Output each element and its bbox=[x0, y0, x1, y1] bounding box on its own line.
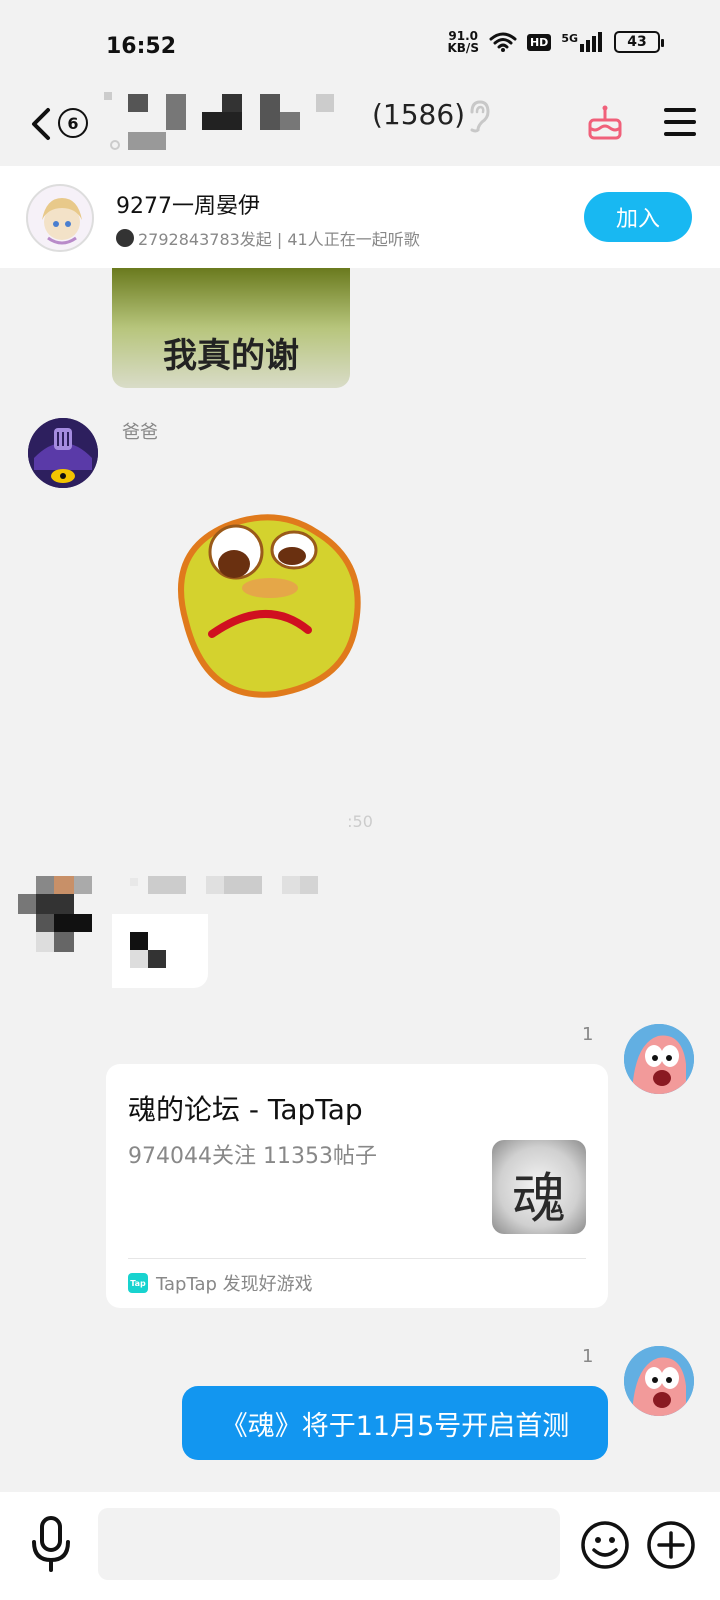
listen-host-avatar[interactable] bbox=[26, 184, 94, 252]
back-arrow-icon[interactable] bbox=[26, 104, 56, 144]
card-title: 魂的论坛 - TapTap bbox=[128, 1093, 363, 1126]
ear-icon[interactable] bbox=[466, 98, 492, 134]
sticker-image[interactable]: 我真的谢 bbox=[112, 268, 350, 388]
patrick-star-icon bbox=[624, 1024, 694, 1094]
taptap-logo-icon: Tap bbox=[128, 1273, 148, 1293]
sender-avatar[interactable] bbox=[28, 418, 98, 488]
microphone-icon[interactable] bbox=[30, 1514, 72, 1574]
wifi-icon bbox=[489, 32, 517, 52]
card-footer: Tap TapTap 发现好游戏 bbox=[128, 1270, 313, 1296]
emoji-icon[interactable] bbox=[580, 1520, 630, 1570]
join-button[interactable]: 加入 bbox=[584, 192, 692, 242]
blurred-sender-avatar[interactable] bbox=[18, 876, 92, 952]
network-speed: 91.0 KB/S bbox=[447, 30, 478, 54]
member-count: (1586) bbox=[372, 98, 466, 131]
message-timestamp: :50 bbox=[347, 812, 373, 831]
card-footer-text: TapTap 发现好游戏 bbox=[156, 1274, 313, 1295]
menu-icon[interactable] bbox=[664, 108, 696, 138]
blurred-sender-name bbox=[130, 876, 324, 896]
listen-subtitle-text: 2792843783发起 | 41人正在一起听歌 bbox=[138, 230, 420, 249]
patrick-star-icon bbox=[624, 1346, 694, 1416]
listen-subtitle: 2792843783发起 | 41人正在一起听歌 bbox=[116, 226, 420, 250]
status-indicators: 91.0 KB/S HD 5G 43 bbox=[447, 30, 664, 54]
initiator-avatar bbox=[116, 229, 134, 247]
chat-header: 6 (1586) bbox=[0, 90, 720, 166]
my-avatar[interactable] bbox=[624, 1024, 694, 1094]
hd-badge: HD bbox=[526, 33, 552, 51]
plus-icon[interactable] bbox=[646, 1520, 696, 1570]
my-avatar[interactable] bbox=[624, 1346, 694, 1416]
status-time: 16:52 bbox=[106, 34, 177, 59]
signal-bars-icon bbox=[580, 32, 602, 52]
status-bar: 16:52 91.0 KB/S HD 5G 43 bbox=[0, 0, 720, 90]
worried-face-sticker[interactable] bbox=[166, 512, 366, 702]
card-thumbnail-glyph: 魂 bbox=[512, 1167, 566, 1230]
read-count: 1 bbox=[582, 1346, 594, 1367]
card-divider bbox=[128, 1258, 586, 1259]
listen-title: 9277一周晏伊 bbox=[116, 194, 260, 219]
signal-label: 5G bbox=[561, 32, 578, 45]
menu-line bbox=[664, 108, 696, 112]
blurred-message-bubble[interactable] bbox=[112, 914, 208, 988]
menu-line bbox=[664, 132, 696, 136]
sticker-caption: 我真的谢 bbox=[163, 336, 299, 376]
menu-line bbox=[664, 120, 696, 124]
signal-indicator: 5G bbox=[561, 32, 604, 52]
network-speed-unit: KB/S bbox=[447, 41, 479, 55]
card-description: 974044关注 11353帖子 bbox=[128, 1144, 377, 1169]
sender-name: 爸爸 bbox=[122, 422, 158, 443]
shared-link-card[interactable]: 魂的论坛 - TapTap 974044关注 11353帖子 魂 Tap Tap… bbox=[106, 1064, 608, 1308]
message-input[interactable] bbox=[98, 1508, 560, 1580]
blurred-group-name bbox=[104, 92, 362, 154]
text-message-bubble[interactable]: 《魂》将于11月5号开启首测 bbox=[182, 1386, 608, 1460]
read-count: 1 bbox=[582, 1024, 594, 1045]
anime-avatar-icon bbox=[42, 198, 82, 245]
listen-together-banner[interactable]: 9277一周晏伊 2792843783发起 | 41人正在一起听歌 加入 bbox=[0, 166, 720, 268]
card-thumbnail: 魂 bbox=[492, 1140, 586, 1234]
unread-count-badge[interactable]: 6 bbox=[58, 108, 88, 138]
purple-character-icon bbox=[28, 418, 98, 488]
input-bar bbox=[0, 1492, 720, 1600]
battery-indicator: 43 bbox=[614, 31, 664, 53]
cake-icon[interactable] bbox=[586, 104, 624, 142]
